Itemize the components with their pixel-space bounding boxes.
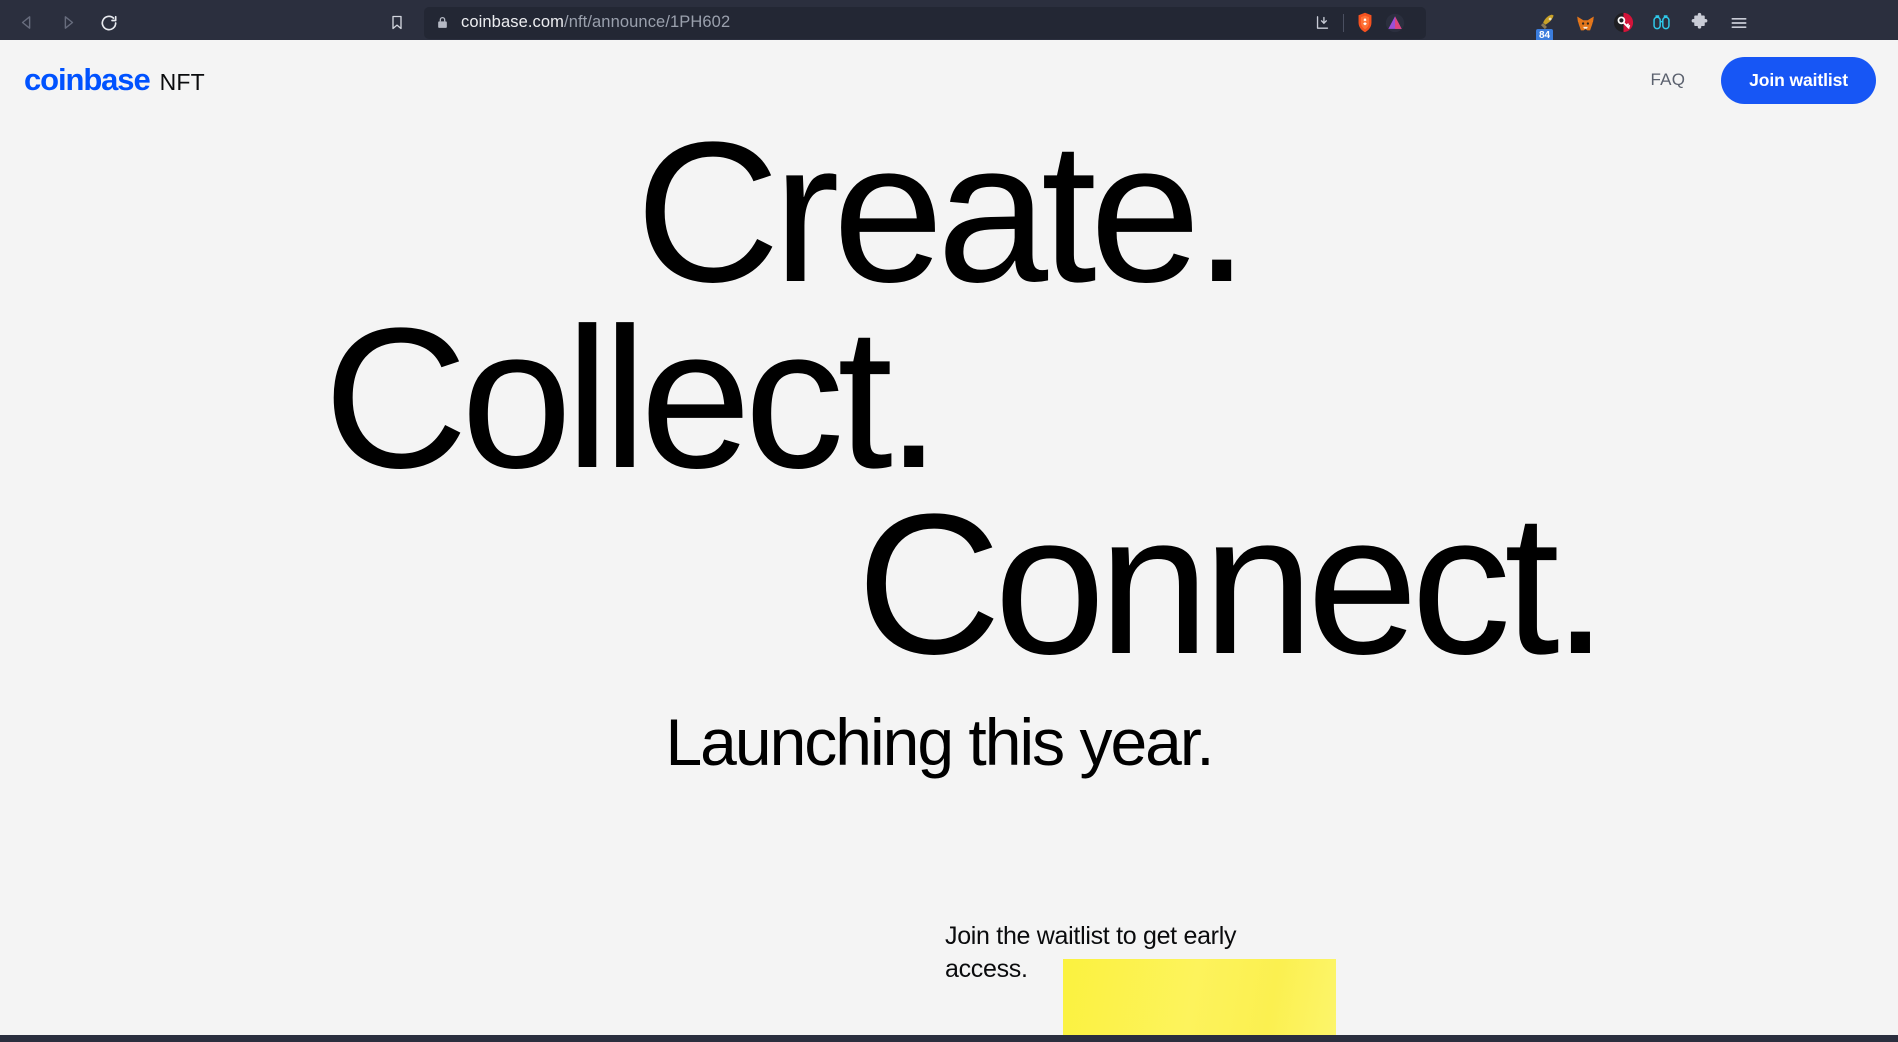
chevron-left-icon	[21, 16, 30, 29]
header-nav: FAQ Join waitlist	[1651, 56, 1876, 104]
hero-headline-connect: Connect.	[856, 473, 1609, 696]
metamask-fox-icon[interactable]	[1568, 6, 1602, 40]
hero-subtitle: Launching this year.	[665, 705, 1214, 779]
omnibox-actions	[1307, 8, 1414, 38]
install-app-icon[interactable]	[1307, 8, 1337, 38]
reload-button[interactable]	[90, 4, 128, 42]
bookmark-icon	[392, 15, 402, 30]
hamburger-menu-icon[interactable]	[1722, 6, 1756, 40]
rocket-extension-icon[interactable]: 84	[1530, 6, 1564, 43]
url-text: coinbase.com/nft/announce/1PH602	[461, 13, 731, 31]
address-bar[interactable]: coinbase.com/nft/announce/1PH602	[424, 6, 1426, 39]
hero-headline-collect: Collect.	[323, 287, 942, 510]
browser-toolbar: coinbase.com/nft/announce/1PH602 84	[0, 0, 1898, 45]
extension-toolbar: 84	[1530, 6, 1716, 43]
brave-shields-icon[interactable]	[1350, 8, 1380, 38]
omnibox-divider	[1343, 13, 1344, 32]
reload-icon	[101, 15, 117, 30]
brave-rewards-icon[interactable]	[1380, 8, 1410, 38]
hero-headline-create: Create.	[635, 101, 1250, 324]
brand-name-coinbase: coinbase	[24, 62, 151, 97]
yellow-card[interactable]	[1063, 959, 1336, 1035]
page-viewport: coinbase NFT FAQ Join waitlist Create. C…	[0, 40, 1898, 1035]
bookmark-button[interactable]	[380, 6, 414, 40]
password-key-icon[interactable]	[1606, 6, 1640, 40]
binoculars-icon[interactable]	[1644, 6, 1678, 40]
hero-section: Create. Collect. Connect. Launching this…	[0, 101, 1898, 780]
join-waitlist-button[interactable]: Join waitlist	[1721, 56, 1876, 104]
forward-button[interactable]	[48, 4, 86, 42]
back-button[interactable]	[8, 4, 46, 42]
lock-icon	[436, 15, 449, 30]
coinbase-nft-logo[interactable]: coinbase NFT	[24, 62, 205, 98]
chevron-right-icon	[64, 16, 73, 29]
puzzle-piece-icon[interactable]	[1682, 6, 1716, 40]
faq-link[interactable]: FAQ	[1651, 70, 1686, 90]
brand-name-nft: NFT	[159, 69, 205, 95]
